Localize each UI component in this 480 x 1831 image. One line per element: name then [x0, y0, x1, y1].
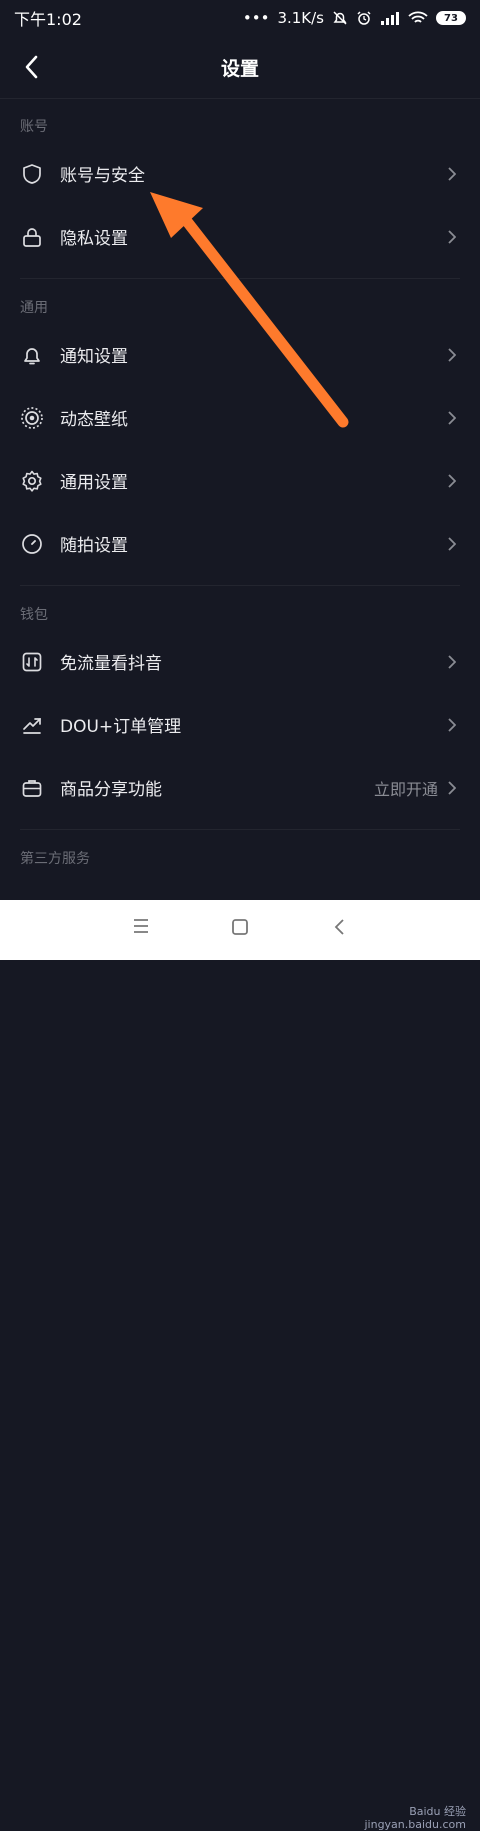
briefcase-icon [20, 776, 44, 800]
settings-item-data-free[interactable]: 免流量看抖音 [0, 630, 480, 693]
section-title-general: 通用 [20, 300, 48, 316]
shield-icon [20, 162, 44, 186]
status-indicators: ••• 3.1K/s 73 [243, 9, 466, 27]
back-button[interactable] [16, 50, 46, 84]
settings-item-label: DOU+订单管理 [60, 717, 182, 737]
lock-icon [20, 225, 44, 249]
bell-icon [20, 343, 44, 367]
trend-icon [20, 713, 44, 737]
settings-item-label: 免流量看抖音 [60, 654, 162, 674]
settings-item-label: 通用设置 [60, 473, 128, 493]
status-bar: 下午1:02 ••• 3.1K/s 73 [0, 0, 480, 36]
wifi-icon [408, 11, 428, 25]
chevron-right-icon [448, 229, 458, 245]
page-header: 设置 [0, 36, 480, 99]
settings-item-label: 通知设置 [60, 347, 128, 367]
home-button[interactable] [231, 918, 249, 936]
network-speed: 3.1K/s [277, 9, 324, 27]
alarm-icon [356, 10, 372, 26]
back-nav-button[interactable] [333, 918, 345, 936]
system-nav-bar: Baidu 经验 jingyan.baidu.com [0, 900, 480, 1831]
menu-button[interactable] [132, 918, 150, 934]
chevron-right-icon [448, 717, 458, 733]
watermark: Baidu 经验 jingyan.baidu.com [364, 1805, 466, 1831]
settings-item-dou-orders[interactable]: DOU+订单管理 [0, 693, 480, 756]
data-free-icon [20, 650, 44, 674]
settings-item-general[interactable]: 通用设置 [0, 449, 480, 512]
settings-item-label: 商品分享功能 [60, 780, 162, 800]
signal-icon [380, 11, 400, 25]
settings-list: 账号 账号与安全 隐私设置 通用 通知设置 动态壁纸 通用设置 随拍设置 钱包 … [0, 98, 480, 874]
settings-item-label: 随拍设置 [60, 536, 128, 556]
activate-now-link[interactable]: 立即开通 [374, 776, 438, 800]
chevron-right-icon [448, 410, 458, 426]
settings-item-notifications[interactable]: 通知设置 [0, 323, 480, 386]
watermark-line2: jingyan.baidu.com [364, 1818, 466, 1831]
settings-item-label: 动态壁纸 [60, 410, 128, 430]
status-time: 下午1:02 [14, 10, 82, 29]
chevron-right-icon [448, 780, 458, 796]
settings-item-account-security[interactable]: 账号与安全 [0, 142, 480, 205]
watermark-line1: Baidu 经验 [409, 1805, 466, 1818]
settings-item-product-share[interactable]: 商品分享功能 立即开通 [0, 756, 480, 819]
settings-item-live-wallpaper[interactable]: 动态壁纸 [0, 386, 480, 449]
chevron-right-icon [448, 166, 458, 182]
settings-item-label: 隐私设置 [60, 229, 128, 249]
chevron-right-icon [448, 347, 458, 363]
gear-icon [20, 469, 44, 493]
chevron-right-icon [448, 654, 458, 670]
settings-item-privacy[interactable]: 隐私设置 [0, 205, 480, 268]
status-dots: ••• [242, 9, 270, 27]
battery-indicator: 73 [436, 11, 466, 25]
section-title-account: 账号 [20, 119, 48, 135]
home-icon [232, 919, 248, 935]
section-title-wallet: 钱包 [20, 607, 48, 623]
mute-icon [332, 10, 348, 26]
section-title-third-party: 第三方服务 [20, 851, 90, 867]
chevron-right-icon [448, 473, 458, 489]
settings-item-label: 账号与安全 [60, 166, 145, 186]
settings-item-quick-shoot[interactable]: 随拍设置 [0, 512, 480, 575]
live-wallpaper-icon [20, 406, 44, 430]
chevron-left-icon [25, 55, 38, 79]
chevron-right-icon [448, 536, 458, 552]
back-icon [334, 919, 344, 935]
menu-icon [134, 919, 148, 933]
page-title: 设置 [220, 57, 259, 80]
clock-icon [20, 532, 44, 556]
